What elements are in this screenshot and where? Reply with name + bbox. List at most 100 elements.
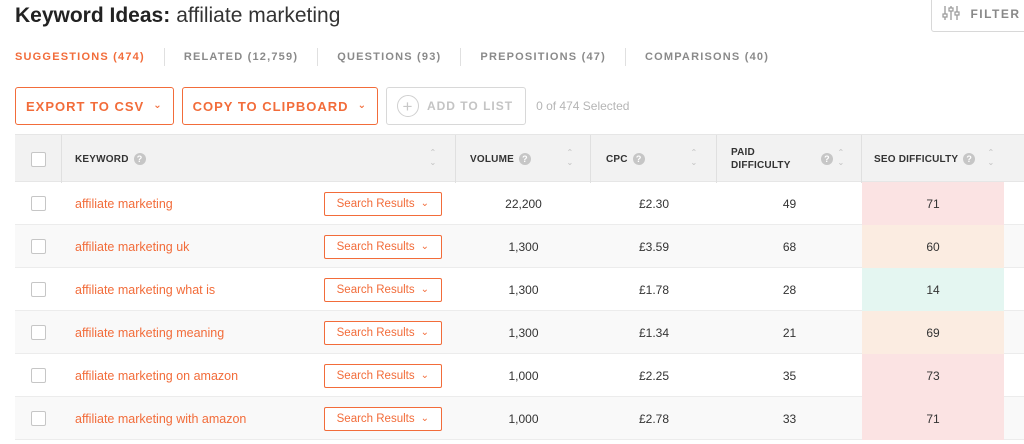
chevron-down-icon: ⌄ [153,100,163,111]
filter-label: FILTER [970,7,1021,21]
volume-cell: 1,000 [508,368,539,383]
table-row: affiliate marketing meaning Search Resul… [15,311,1024,354]
filter-button[interactable]: FILTER [931,0,1024,32]
sort-icon[interactable]: ⌃ ⌄ [836,147,846,169]
export-csv-label: EXPORT TO CSV [26,98,145,114]
cpc-cell: £2.25 [638,368,670,383]
paid-difficulty-cell: 49 [782,196,797,211]
row-checkbox[interactable] [31,239,46,254]
keyword-link[interactable]: affiliate marketing with amazon [75,412,246,426]
chevron-down-icon: ⌄ [357,100,367,111]
add-to-list-label: ADD TO LIST [426,99,514,113]
table-row: affiliate marketing on amazon Search Res… [15,354,1024,397]
chevron-down-icon: ⌄ [420,283,429,295]
header-volume[interactable]: VOLUME ? ⌃ ⌄ [456,135,591,183]
help-icon[interactable]: ? [518,153,531,165]
cpc-cell: £1.78 [638,282,670,297]
table-header: KEYWORD ? ⌃ ⌄ VOLUME ? ⌃ ⌄ CPC ? ⌃ ⌄ PAID D… [15,134,1024,183]
sort-icon[interactable]: ⌃ ⌄ [565,147,575,169]
seo-difficulty-cell: 60 [862,225,1004,268]
row-select-cell [15,268,62,311]
search-results-button[interactable]: Search Results ⌄ [323,234,442,259]
plus-icon: + [396,95,419,117]
search-results-button[interactable]: Search Results ⌄ [323,320,442,345]
keyword-link[interactable]: affiliate marketing on amazon [75,369,238,383]
seo-difficulty-cell: 71 [862,397,1004,440]
tab-comparisons[interactable]: COMPARISONS (40) [626,48,788,66]
search-results-button[interactable]: Search Results ⌄ [323,191,442,216]
page-header: Keyword Ideas: affiliate marketing [15,0,340,32]
row-checkbox[interactable] [31,368,46,383]
chevron-down-icon: ⌄ [420,369,429,381]
paid-difficulty-cell: 68 [782,239,797,254]
search-results-label: Search Results [336,326,415,339]
keyword-link[interactable]: affiliate marketing uk [75,240,189,254]
tab-questions[interactable]: QUESTIONS (93) [318,48,462,66]
help-icon[interactable]: ? [963,153,976,165]
volume-cell: 1,000 [508,411,539,426]
sort-icon[interactable]: ⌃ ⌄ [986,147,996,169]
search-results-button[interactable]: Search Results ⌄ [323,363,442,388]
row-checkbox[interactable] [31,196,46,211]
keyword-cell: affiliate marketing on amazon Search Res… [62,354,456,397]
chevron-down-icon: ⌄ [420,240,429,252]
row-checkbox[interactable] [31,411,46,426]
row-select-cell [15,225,62,268]
table-row: affiliate marketing Search Results ⌄ 22,… [15,182,1024,225]
volume-cell: 1,300 [508,282,539,297]
export-csv-button[interactable]: EXPORT TO CSV ⌄ [15,87,174,125]
header-cpc[interactable]: CPC ? ⌃ ⌄ [591,135,717,183]
seo-difficulty-cell: 69 [862,311,1004,354]
header-volume-label: VOLUME [470,153,514,165]
search-query: affiliate marketing [176,4,341,27]
header-paid-difficulty-label: PAID DIFFICULTY [731,146,791,172]
keyword-link[interactable]: affiliate marketing what is [75,283,215,297]
cpc-cell: £2.78 [638,411,670,426]
cpc-cell: £2.30 [638,196,670,211]
keyword-link[interactable]: affiliate marketing meaning [75,326,224,340]
search-results-button[interactable]: Search Results ⌄ [323,406,442,431]
chevron-down-icon: ⌄ [420,412,429,424]
table-body: affiliate marketing Search Results ⌄ 22,… [15,182,1024,440]
select-all-checkbox[interactable] [30,151,46,167]
keyword-cell: affiliate marketing Search Results ⌄ [62,182,456,225]
tab-suggestions[interactable]: SUGGESTIONS (474) [15,48,165,66]
copy-clipboard-label: COPY TO CLIPBOARD [192,98,349,114]
row-select-cell [15,311,62,354]
search-results-label: Search Results [336,197,415,210]
copy-clipboard-button[interactable]: COPY TO CLIPBOARD ⌄ [181,87,378,125]
add-to-list-button[interactable]: + ADD TO LIST [385,87,527,125]
row-checkbox[interactable] [31,282,46,297]
tab-related[interactable]: RELATED (12,759) [165,48,319,66]
keyword-cell: affiliate marketing uk Search Results ⌄ [62,225,456,268]
seo-difficulty-cell: 73 [862,354,1004,397]
chevron-down-icon: ⌄ [420,326,429,338]
row-select-cell [15,354,62,397]
help-icon[interactable]: ? [133,153,146,165]
help-icon[interactable]: ? [821,153,833,165]
table-row: affiliate marketing with amazon Search R… [15,397,1024,440]
header-seo-difficulty[interactable]: SEO DIFFICULTY ? ⌃ ⌄ [862,135,1004,183]
sort-icon[interactable]: ⌃ ⌄ [428,147,438,169]
keyword-cell: affiliate marketing what is Search Resul… [62,268,456,311]
header-paid-difficulty-line2: DIFFICULTY [731,160,791,171]
paid-difficulty-cell: 33 [782,411,797,426]
selected-count: 0 of 474 Selected [536,99,630,113]
sliders-icon [942,5,961,24]
keyword-link[interactable]: affiliate marketing [75,197,173,211]
seo-difficulty-cell: 14 [862,268,1004,311]
header-select-all-cell [15,135,62,183]
row-checkbox[interactable] [31,325,46,340]
header-keyword[interactable]: KEYWORD ? ⌃ ⌄ [62,135,456,183]
volume-cell: 1,300 [508,325,539,340]
tab-prepositions[interactable]: PREPOSITIONS (47) [461,48,626,66]
volume-cell: 22,200 [505,196,542,211]
search-results-label: Search Results [336,240,415,253]
help-icon[interactable]: ? [632,153,645,165]
header-keyword-label: KEYWORD [75,153,129,165]
sort-icon[interactable]: ⌃ ⌄ [689,147,699,169]
search-results-label: Search Results [336,283,415,296]
search-results-label: Search Results [336,412,415,425]
header-paid-difficulty[interactable]: PAID DIFFICULTY ? ⌃ ⌄ [717,135,862,183]
search-results-button[interactable]: Search Results ⌄ [323,277,442,302]
